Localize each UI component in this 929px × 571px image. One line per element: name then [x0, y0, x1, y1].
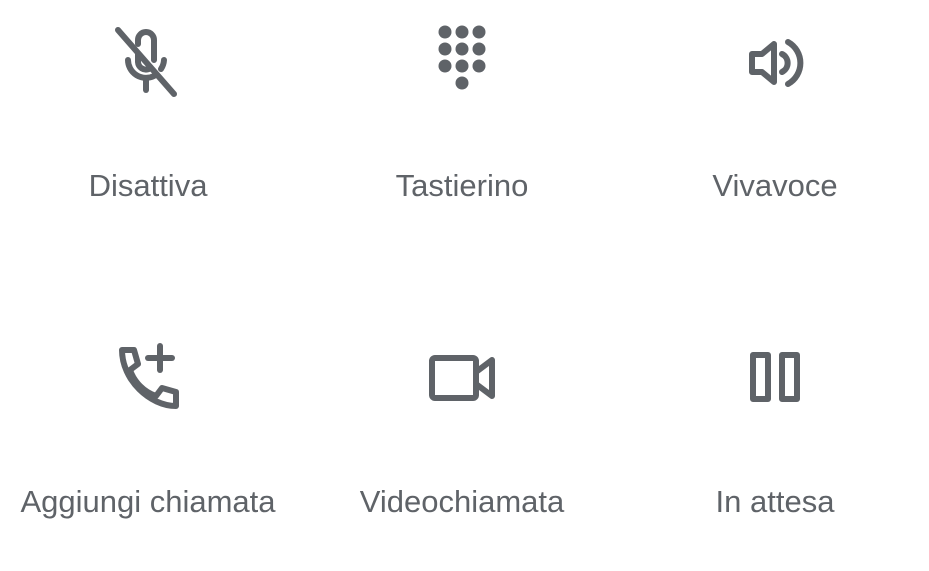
video-call-label: Videochiamata	[359, 484, 565, 519]
speaker-icon	[730, 16, 822, 108]
speaker-button[interactable]: Vivavoce	[625, 0, 925, 230]
add-call-button[interactable]: Aggiungi chiamata	[0, 318, 300, 548]
keypad-button[interactable]: Tastierino	[312, 0, 612, 230]
mute-label: Disattiva	[88, 168, 208, 203]
pause-icon	[730, 336, 822, 428]
hold-label: In attesa	[715, 484, 835, 519]
video-call-button[interactable]: Videochiamata	[312, 318, 612, 548]
in-call-controls: Disattiva Tastierino Vivavoce Aggiungi c…	[0, 0, 929, 571]
speaker-label: Vivavoce	[712, 168, 838, 203]
mute-button[interactable]: Disattiva	[0, 0, 300, 230]
videocam-icon	[416, 336, 508, 428]
dialpad-icon	[416, 16, 508, 108]
keypad-label: Tastierino	[395, 168, 529, 203]
add-call-icon	[100, 336, 192, 428]
hold-button[interactable]: In attesa	[625, 318, 925, 548]
mic-off-icon	[100, 16, 192, 108]
add-call-label: Aggiungi chiamata	[20, 484, 276, 519]
